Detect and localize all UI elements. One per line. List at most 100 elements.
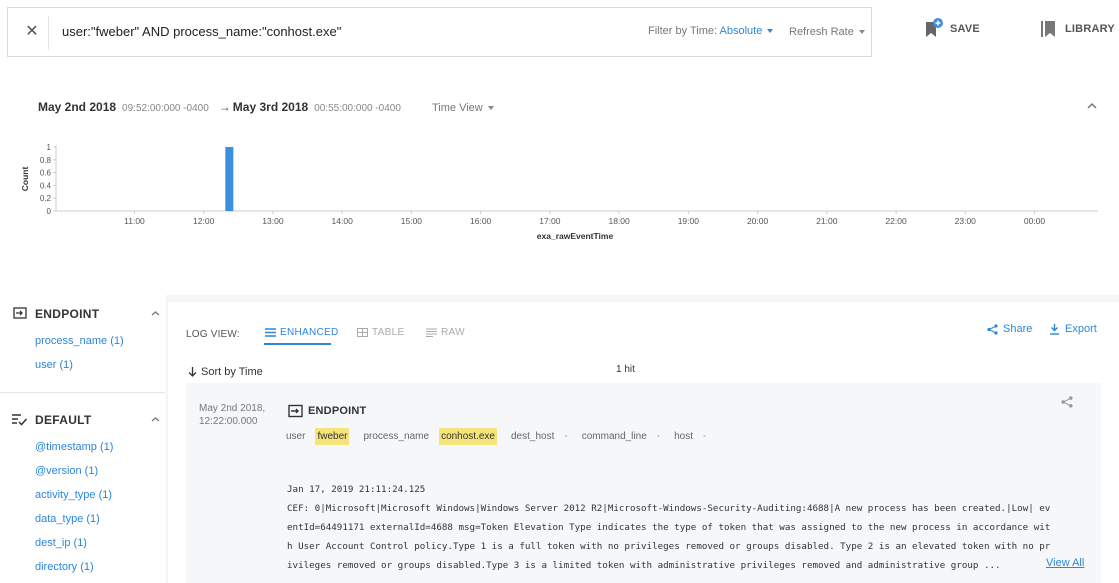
chevron-down-icon <box>858 30 865 35</box>
export-button[interactable]: Export <box>1050 323 1097 335</box>
sidebar-section-title: DEFAULT <box>35 413 92 427</box>
sort-label: Sort by Time <box>201 366 263 378</box>
x-tick-label: 22:00 <box>885 216 907 226</box>
y-tick-label: 0 <box>47 207 52 216</box>
sidebar-item-activity-type[interactable]: activity_type (1) <box>35 489 112 501</box>
tab-enhanced[interactable]: ENHANCED <box>265 327 339 338</box>
end-time: 00:55:00:000 -0400 <box>314 103 401 114</box>
raw-log-line: ivileges removed or groups disabled.Type… <box>287 560 1001 571</box>
x-tick-label: 23:00 <box>955 216 977 226</box>
view-all-link[interactable]: View All <box>1046 557 1084 569</box>
raw-log-line: CEF: 0|Microsoft|Microsoft Windows|Windo… <box>287 503 1051 514</box>
library-label: LIBRARY <box>1065 23 1115 35</box>
divider <box>0 392 165 393</box>
sidebar-item-version[interactable]: @version (1) <box>35 465 98 477</box>
log-panel: LOG VIEW: ENHANCED TABLE RAW Share Expor… <box>168 302 1119 583</box>
time-view-label: Time View <box>432 102 483 114</box>
sidebar-section-title: ENDPOINT <box>35 307 100 321</box>
sidebar-section-default[interactable]: DEFAULT <box>0 410 165 430</box>
share-label: Share <box>1003 323 1033 335</box>
enhanced-icon <box>265 328 276 337</box>
end-date: May 3rd 2018 <box>232 100 309 114</box>
arrow-down-icon <box>188 367 197 378</box>
tab-label: ENHANCED <box>280 327 339 338</box>
endpoint-icon <box>13 307 27 319</box>
x-tick-label: 21:00 <box>816 216 838 226</box>
time-view-dropdown[interactable]: Time View <box>432 102 494 114</box>
field-value-process-name[interactable]: conhost.exe <box>439 428 497 445</box>
share-button[interactable]: Share <box>987 323 1032 335</box>
result-type-label: ENDPOINT <box>308 404 367 417</box>
library-icon <box>1041 21 1055 37</box>
search-input[interactable]: user:"fweber" AND process_name:"conhost.… <box>62 24 341 39</box>
result-timestamp: May 2nd 2018, 12:22:00.000 <box>199 402 265 428</box>
raw-log-line: Jan 17, 2019 21:11:24.125 <box>287 484 426 495</box>
chevron-up-icon[interactable] <box>151 309 160 318</box>
share-icon[interactable] <box>1061 396 1073 408</box>
x-tick-label: 14:00 <box>332 216 354 226</box>
result-card: May 2nd 2018, 12:22:00.000 ENDPOINT user… <box>186 383 1101 583</box>
result-time: 12:22:00.000 <box>199 416 258 427</box>
start-time: 09:52:00:000 -0400 <box>122 103 209 114</box>
field-value-user[interactable]: fweber <box>315 428 350 445</box>
filter-by-time-label: Filter by Time: <box>648 25 718 37</box>
field-key-user: user <box>286 431 306 442</box>
chevron-down-icon <box>767 29 774 34</box>
search-divider <box>48 16 49 50</box>
x-tick-label: 12:00 <box>193 216 215 226</box>
x-tick-label: 13:00 <box>262 216 284 226</box>
sidebar-item-data-type[interactable]: data_type (1) <box>35 513 100 525</box>
sidebar-item-user[interactable]: user (1) <box>35 359 73 371</box>
event-histogram: 0 0.2 0.4 0.6 0.8 1 11:00 12:00 13:00 14:00 15:00 1… <box>20 135 1100 245</box>
y-tick-label: 0.2 <box>40 194 52 203</box>
save-label: SAVE <box>950 23 980 35</box>
x-tick-label: 18:00 <box>608 216 630 226</box>
result-fields: user fweber process_name conhost.exe dest_ho… <box>286 428 720 445</box>
chevron-up-icon[interactable] <box>151 415 160 424</box>
result-date: May 2nd 2018, <box>199 403 266 414</box>
refresh-rate-dropdown[interactable]: Refresh Rate <box>789 26 865 38</box>
raw-log-text: Jan 17, 2019 21:11:24.125 CEF: 0|Microso… <box>287 480 1083 575</box>
field-key-host: host <box>674 431 694 442</box>
chevron-up-icon[interactable] <box>1086 100 1098 112</box>
sidebar-section-endpoint[interactable]: ENDPOINT <box>0 304 165 324</box>
x-tick-label: 11:00 <box>124 216 145 226</box>
start-date: May 2nd 2018 <box>38 100 117 114</box>
sort-by-time-button[interactable]: Sort by Time <box>188 366 263 378</box>
x-tick-label: 16:00 <box>470 216 492 226</box>
field-key-command-line: command_line <box>581 431 647 442</box>
export-label: Export <box>1065 323 1097 335</box>
download-icon <box>1050 323 1059 335</box>
x-tick-label: 20:00 <box>747 216 769 226</box>
tab-raw[interactable]: RAW <box>426 327 465 338</box>
active-tab-indicator <box>264 343 331 345</box>
field-sidebar: ENDPOINT process_name (1) user (1) DEFAU… <box>0 295 165 583</box>
x-tick-label: 17:00 <box>539 216 561 226</box>
y-tick-label: 1 <box>47 143 52 152</box>
bookmark-add-icon <box>926 18 943 37</box>
search-bar: ✕ user:"fweber" AND process_name:"conhos… <box>7 7 872 57</box>
sidebar-item-process-name[interactable]: process_name (1) <box>35 335 124 347</box>
list-check-icon <box>12 414 27 426</box>
result-type: ENDPOINT <box>288 402 366 420</box>
tab-table[interactable]: TABLE <box>357 327 404 338</box>
arrow-right-icon: → <box>218 100 231 114</box>
sidebar-item-timestamp[interactable]: @timestamp (1) <box>35 441 113 453</box>
filter-by-time-dropdown[interactable]: Filter by Time: Absolute <box>648 25 774 37</box>
y-tick-label: 0.4 <box>40 181 52 190</box>
field-value-host: - <box>703 431 707 442</box>
x-tick-label: 19:00 <box>678 216 700 226</box>
sidebar-item-dest-ip[interactable]: dest_ip (1) <box>35 537 87 549</box>
hit-count: 1 hit <box>616 364 635 375</box>
field-value-command-line: - <box>656 431 661 442</box>
histogram-svg: 0 0.2 0.4 0.6 0.8 1 11:00 12:00 13:00 14:00 15:00 1… <box>20 143 1098 241</box>
raw-log-line: h User Account Control policy.Type 1 is … <box>287 541 1051 552</box>
y-tick-label: 0.8 <box>40 156 52 165</box>
field-key-process-name: process_name <box>363 431 430 442</box>
sidebar-item-directory[interactable]: directory (1) <box>35 561 94 573</box>
y-axis-label: Count <box>20 167 30 192</box>
close-icon[interactable]: ✕ <box>22 22 42 42</box>
x-tick-label: 15:00 <box>401 216 423 226</box>
filter-by-time-value: Absolute <box>719 25 763 37</box>
y-tick-label: 0.6 <box>40 169 52 178</box>
